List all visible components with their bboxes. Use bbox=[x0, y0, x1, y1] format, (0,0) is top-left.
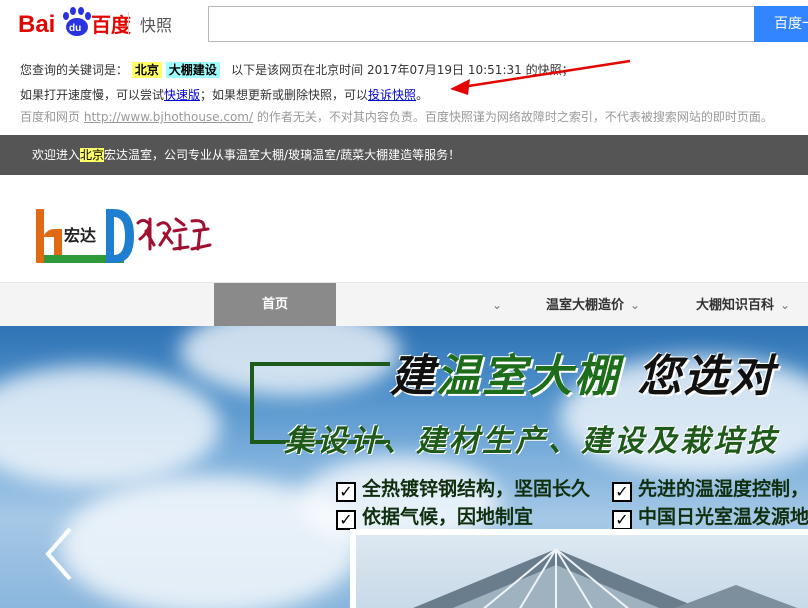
feature-2-text: 先进的温湿度控制， bbox=[638, 478, 808, 500]
checkbox-icon: ✓ bbox=[336, 482, 356, 502]
fast-version-link[interactable]: 快速版 bbox=[164, 88, 200, 102]
nav-greenhouse-knowledge-label: 大棚知识百科 bbox=[696, 298, 775, 313]
baidu-snapshot-header: Bai du 百度 快照 百度一下 您查询的关键词是： 北京 大棚建设 以下是该… bbox=[0, 0, 808, 135]
site-logo-text: 宏达 bbox=[64, 226, 96, 245]
welcome-post: 宏达温室，公司专业从事温室大棚/玻璃温室/蔬菜大棚建造等服务！ bbox=[104, 148, 461, 162]
nav-greenhouse-cost-label: 温室大棚造价 bbox=[546, 298, 625, 313]
source-url-link[interactable]: http://www.bjhothouse.com/ bbox=[84, 110, 253, 124]
banner-subtitle: 集设计、建材生产、建设及栽培技 bbox=[284, 424, 779, 459]
options-middle: ；如果想更新或删除快照，可以 bbox=[200, 88, 369, 102]
disclaimer-text: 的作者无关，不对其内容负责。百度快照谨为网络故障时之索引，不代表被搜索网站的即时… bbox=[256, 110, 773, 124]
checkbox-icon: ✓ bbox=[612, 510, 632, 530]
checkbox-icon: ✓ bbox=[336, 510, 356, 530]
options-prefix: 如果打开速度慢，可以尝试 bbox=[20, 88, 165, 102]
banner-feature-1: ✓ 全热镀锌钢结构，坚固长久 bbox=[336, 474, 590, 502]
keyword-prefix: 您查询的关键词是： bbox=[20, 63, 129, 77]
search-button[interactable]: 百度一下 bbox=[754, 6, 808, 42]
banner-feature-3: ✓ 依据气候，因地制宜 bbox=[336, 502, 533, 530]
welcome-bar: 欢迎进入北京宏达温室，公司专业从事温室大棚/玻璃温室/蔬菜大棚建造等服务！ bbox=[0, 135, 808, 175]
hero-banner: 建温室大棚 您选对 集设计、建材生产、建设及栽培技 ✓ 全热镀锌钢结构，坚固长久 … bbox=[0, 326, 808, 608]
greenhouse-photo-image bbox=[356, 535, 808, 608]
baidu-logo[interactable]: Bai du 百度 bbox=[18, 2, 133, 42]
page: Bai du 百度 快照 百度一下 您查询的关键词是： 北京 大棚建设 以下是该… bbox=[0, 0, 808, 608]
checkbox-icon: ✓ bbox=[612, 482, 632, 502]
welcome-pre: 欢迎进入 bbox=[32, 148, 81, 162]
svg-text:Bai: Bai bbox=[18, 11, 55, 38]
keyword-highlight-1: 北京 bbox=[131, 62, 162, 78]
feature-1-text: 全热镀锌钢结构，坚固长久 bbox=[362, 478, 591, 500]
main-nav: 首页 ⌄ 温室大棚造价 ⌄ 大棚知识百科 ⌄ bbox=[0, 282, 808, 327]
site-header: 宏达 bbox=[0, 175, 808, 282]
snapshot-label: 快照 bbox=[140, 16, 173, 35]
feature-3-text: 依据气候，因地制宜 bbox=[362, 506, 534, 528]
greenhouse-photo bbox=[350, 529, 808, 608]
svg-text:du: du bbox=[69, 23, 81, 34]
svg-text:百度: 百度 bbox=[91, 13, 132, 37]
complaint-snapshot-link[interactable]: 投诉快照 bbox=[368, 88, 416, 102]
cloud bbox=[0, 366, 220, 486]
options-end: 。 bbox=[416, 88, 429, 102]
site-logo[interactable]: 宏达 bbox=[34, 205, 214, 265]
snapshot-options-line: 如果打开速度慢，可以尝试快速版；如果想更新或删除快照，可以投诉快照。 bbox=[20, 86, 428, 103]
banner-feature-4: ✓ 中国日光室温发源地 bbox=[612, 502, 808, 530]
chevron-down-icon: ⌄ bbox=[492, 298, 503, 312]
keyword-highlight-2: 大棚建设 bbox=[165, 62, 220, 78]
banner-feature-2: ✓ 先进的温湿度控制， bbox=[612, 474, 808, 502]
nav-greenhouse-knowledge[interactable]: 大棚知识百科 ⌄ bbox=[696, 283, 790, 327]
welcome-keyword-highlight: 北京 bbox=[80, 148, 105, 162]
nav-dropdown-unnamed[interactable]: ⌄ bbox=[486, 283, 502, 327]
carousel-prev-arrow-icon[interactable] bbox=[40, 524, 80, 584]
chevron-down-icon: ⌄ bbox=[630, 298, 641, 312]
disclaimer-prefix: 百度和网页 bbox=[20, 110, 81, 124]
red-arrow-annotation bbox=[450, 59, 631, 95]
banner-title-part3: 您选对 bbox=[637, 351, 776, 402]
banner-title-part2: 温室大棚 bbox=[436, 351, 620, 402]
greenhouse-roof-graphic bbox=[412, 548, 798, 608]
banner-title: 建温室大棚 您选对 bbox=[390, 340, 775, 404]
search-input[interactable] bbox=[208, 6, 756, 42]
disclaimer-line: 百度和网页 http://www.bjhothouse.com/ 的作者无关，不… bbox=[20, 108, 773, 125]
nav-greenhouse-cost[interactable]: 温室大棚造价 ⌄ bbox=[546, 283, 640, 327]
banner-title-part1: 建 bbox=[390, 351, 436, 402]
chevron-down-icon: ⌄ bbox=[780, 298, 791, 312]
nav-home[interactable]: 首页 bbox=[214, 283, 336, 327]
feature-4-text: 中国日光室温发源地 bbox=[638, 506, 808, 528]
logo-divider bbox=[128, 12, 129, 34]
